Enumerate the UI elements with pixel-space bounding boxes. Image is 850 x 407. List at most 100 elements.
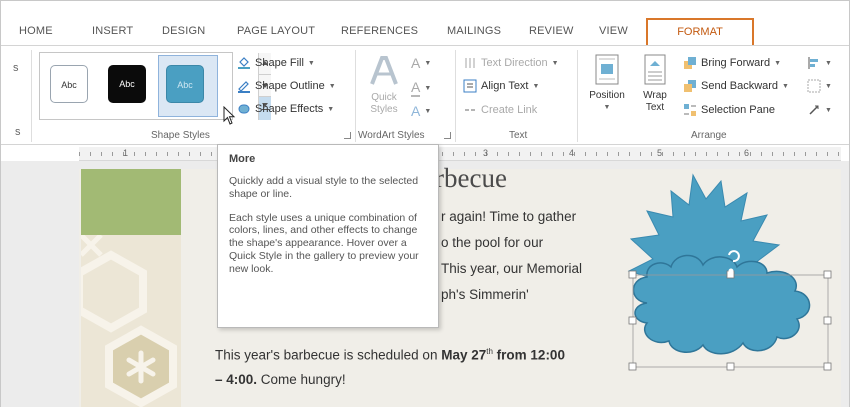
- group-separator: [577, 50, 578, 142]
- horizontal-ruler[interactable]: 1 3 4 5 6: [79, 147, 841, 161]
- tooltip-description: Quickly add a visual style to the select…: [229, 175, 419, 200]
- ribbon-left-stub-lower: s: [15, 126, 21, 138]
- tab-format[interactable]: FORMAT: [646, 18, 754, 46]
- tab-mailings[interactable]: MAILINGS: [447, 25, 501, 37]
- text-fill-icon: A: [411, 55, 421, 71]
- group-separator: [355, 50, 356, 142]
- schedule-line-2: – 4:00. Come hungry!: [215, 372, 346, 387]
- dropdown-arrow-icon: ▼: [825, 106, 832, 114]
- pencil-icon: [238, 81, 250, 93]
- ruler-number: 3: [483, 148, 489, 158]
- text-outline-icon: A: [411, 79, 421, 97]
- send-backward-icon: [684, 80, 696, 92]
- ribbon: s s Abc Abc Abc Shape Fill ▼ Shape Outlin…: [1, 45, 849, 145]
- text-effects-icon: A: [411, 103, 421, 119]
- text-effects-button[interactable]: A ▼: [411, 103, 431, 119]
- quick-styles-label-1: Quick: [371, 92, 397, 103]
- document-text-line: This year, our Memorial: [441, 261, 583, 276]
- schedule-line-1: This year's barbecue is scheduled on May…: [215, 347, 565, 363]
- selection-pane-label: Selection Pane: [701, 104, 775, 116]
- shape-effects-button[interactable]: Shape Effects ▼: [237, 102, 334, 116]
- schedule-time-start: from 12:00: [492, 347, 565, 363]
- schedule-closing: Come hungry!: [257, 372, 346, 387]
- tab-format-label: FORMAT: [677, 26, 723, 38]
- schedule-prefix: This year's barbecue is scheduled on: [215, 347, 442, 363]
- swatch-label: Abc: [177, 80, 193, 90]
- ribbon-tab-bar: HOME INSERT DESIGN PAGE LAYOUT REFERENCE…: [1, 1, 849, 46]
- shape-styles-gallery: Abc Abc Abc: [39, 52, 271, 120]
- send-backward-label: Send Backward: [701, 80, 779, 92]
- style-swatch-blue[interactable]: Abc: [166, 65, 204, 103]
- position-icon: [595, 54, 619, 85]
- align-button[interactable]: ▼: [807, 56, 832, 70]
- word-window: HOME INSERT DESIGN PAGE LAYOUT REFERENCE…: [0, 0, 850, 407]
- dropdown-arrow-icon: ▼: [774, 59, 782, 67]
- tab-design[interactable]: DESIGN: [162, 25, 205, 37]
- wordart-styles-group-label: WordArt Styles: [358, 130, 425, 141]
- tooltip-title: More: [229, 153, 256, 165]
- shapes-layer: [627, 173, 832, 371]
- ruler-number: 6: [744, 148, 750, 158]
- dropdown-arrow-icon: ▼: [307, 59, 315, 67]
- tab-insert[interactable]: INSERT: [92, 25, 133, 37]
- resize-handle[interactable]: [628, 270, 637, 279]
- document-title: rbecue: [435, 163, 507, 193]
- dropdown-arrow-icon: ▼: [328, 82, 336, 90]
- link-icon: [465, 109, 475, 111]
- resize-handle[interactable]: [726, 362, 735, 371]
- tab-view[interactable]: VIEW: [599, 25, 628, 37]
- selection-pane-button[interactable]: Selection Pane: [683, 103, 775, 117]
- rotate-button[interactable]: ▼: [807, 103, 832, 117]
- tab-page-layout[interactable]: PAGE LAYOUT: [237, 25, 315, 37]
- shape-outline-button[interactable]: Shape Outline ▼: [237, 79, 336, 93]
- tab-home[interactable]: HOME: [19, 25, 53, 37]
- document-text-line: ph's Simmerin': [441, 287, 529, 302]
- tab-review[interactable]: REVIEW: [529, 25, 574, 37]
- more-tooltip: More Quickly add a visual style to the s…: [217, 144, 439, 328]
- resize-handle[interactable]: [628, 316, 637, 325]
- text-outline-button[interactable]: A ▼: [411, 79, 431, 97]
- mouse-cursor-icon: [223, 106, 236, 125]
- document-text-line: o the pool for our: [441, 235, 544, 250]
- position-label: Position: [589, 90, 625, 101]
- shape-effects-label: Shape Effects: [255, 103, 324, 115]
- tooltip-details: Each style uses a unique combination of …: [229, 211, 419, 275]
- dropdown-arrow-icon: ▼: [327, 105, 335, 113]
- text-direction-icon: [465, 58, 475, 68]
- dropdown-arrow-icon: ▼: [782, 82, 789, 90]
- wordart-a-icon: [370, 56, 398, 85]
- position-button[interactable]: Position ▼: [583, 54, 631, 114]
- ruler-number: 5: [657, 148, 663, 158]
- quick-styles-button[interactable]: Quick Styles: [363, 54, 405, 116]
- group-separator: [455, 50, 456, 142]
- resize-handle[interactable]: [628, 362, 637, 371]
- create-link-button[interactable]: Create Link: [463, 103, 537, 117]
- resize-handle[interactable]: [823, 362, 832, 371]
- ruler-number: 1: [123, 148, 129, 158]
- wrap-text-button[interactable]: Wrap Text: [635, 54, 675, 114]
- bring-forward-button[interactable]: Bring Forward ▼: [683, 56, 781, 70]
- dialog-launcher-icon[interactable]: [444, 132, 451, 139]
- resize-handle[interactable]: [823, 270, 832, 279]
- text-fill-button[interactable]: A ▼: [411, 55, 431, 71]
- group-button[interactable]: ▼: [807, 79, 832, 93]
- quick-styles-label-2: Styles: [370, 104, 398, 115]
- shape-effects-icon: [238, 104, 250, 114]
- wrap-label-1: Wrap: [643, 90, 667, 101]
- dialog-launcher-icon[interactable]: [344, 132, 351, 139]
- tab-references[interactable]: REFERENCES: [341, 25, 418, 37]
- shape-fill-label: Shape Fill: [255, 57, 304, 69]
- schedule-date-suffix: th: [486, 347, 493, 356]
- shape-fill-button[interactable]: Shape Fill ▼: [237, 56, 315, 70]
- cloud-shape[interactable]: [632, 254, 811, 355]
- text-direction-button[interactable]: Text Direction ▼: [463, 56, 559, 70]
- text-group-label: Text: [509, 130, 528, 141]
- bring-forward-label: Bring Forward: [701, 57, 771, 69]
- resize-handle[interactable]: [823, 316, 832, 325]
- align-text-button[interactable]: Align Text ▼: [463, 79, 539, 93]
- style-swatch-white[interactable]: Abc: [50, 65, 88, 103]
- style-swatch-black[interactable]: Abc: [108, 65, 146, 103]
- group-separator: [31, 50, 32, 142]
- dropdown-arrow-icon: ▼: [424, 84, 432, 92]
- send-backward-button[interactable]: Send Backward ▼: [683, 79, 789, 93]
